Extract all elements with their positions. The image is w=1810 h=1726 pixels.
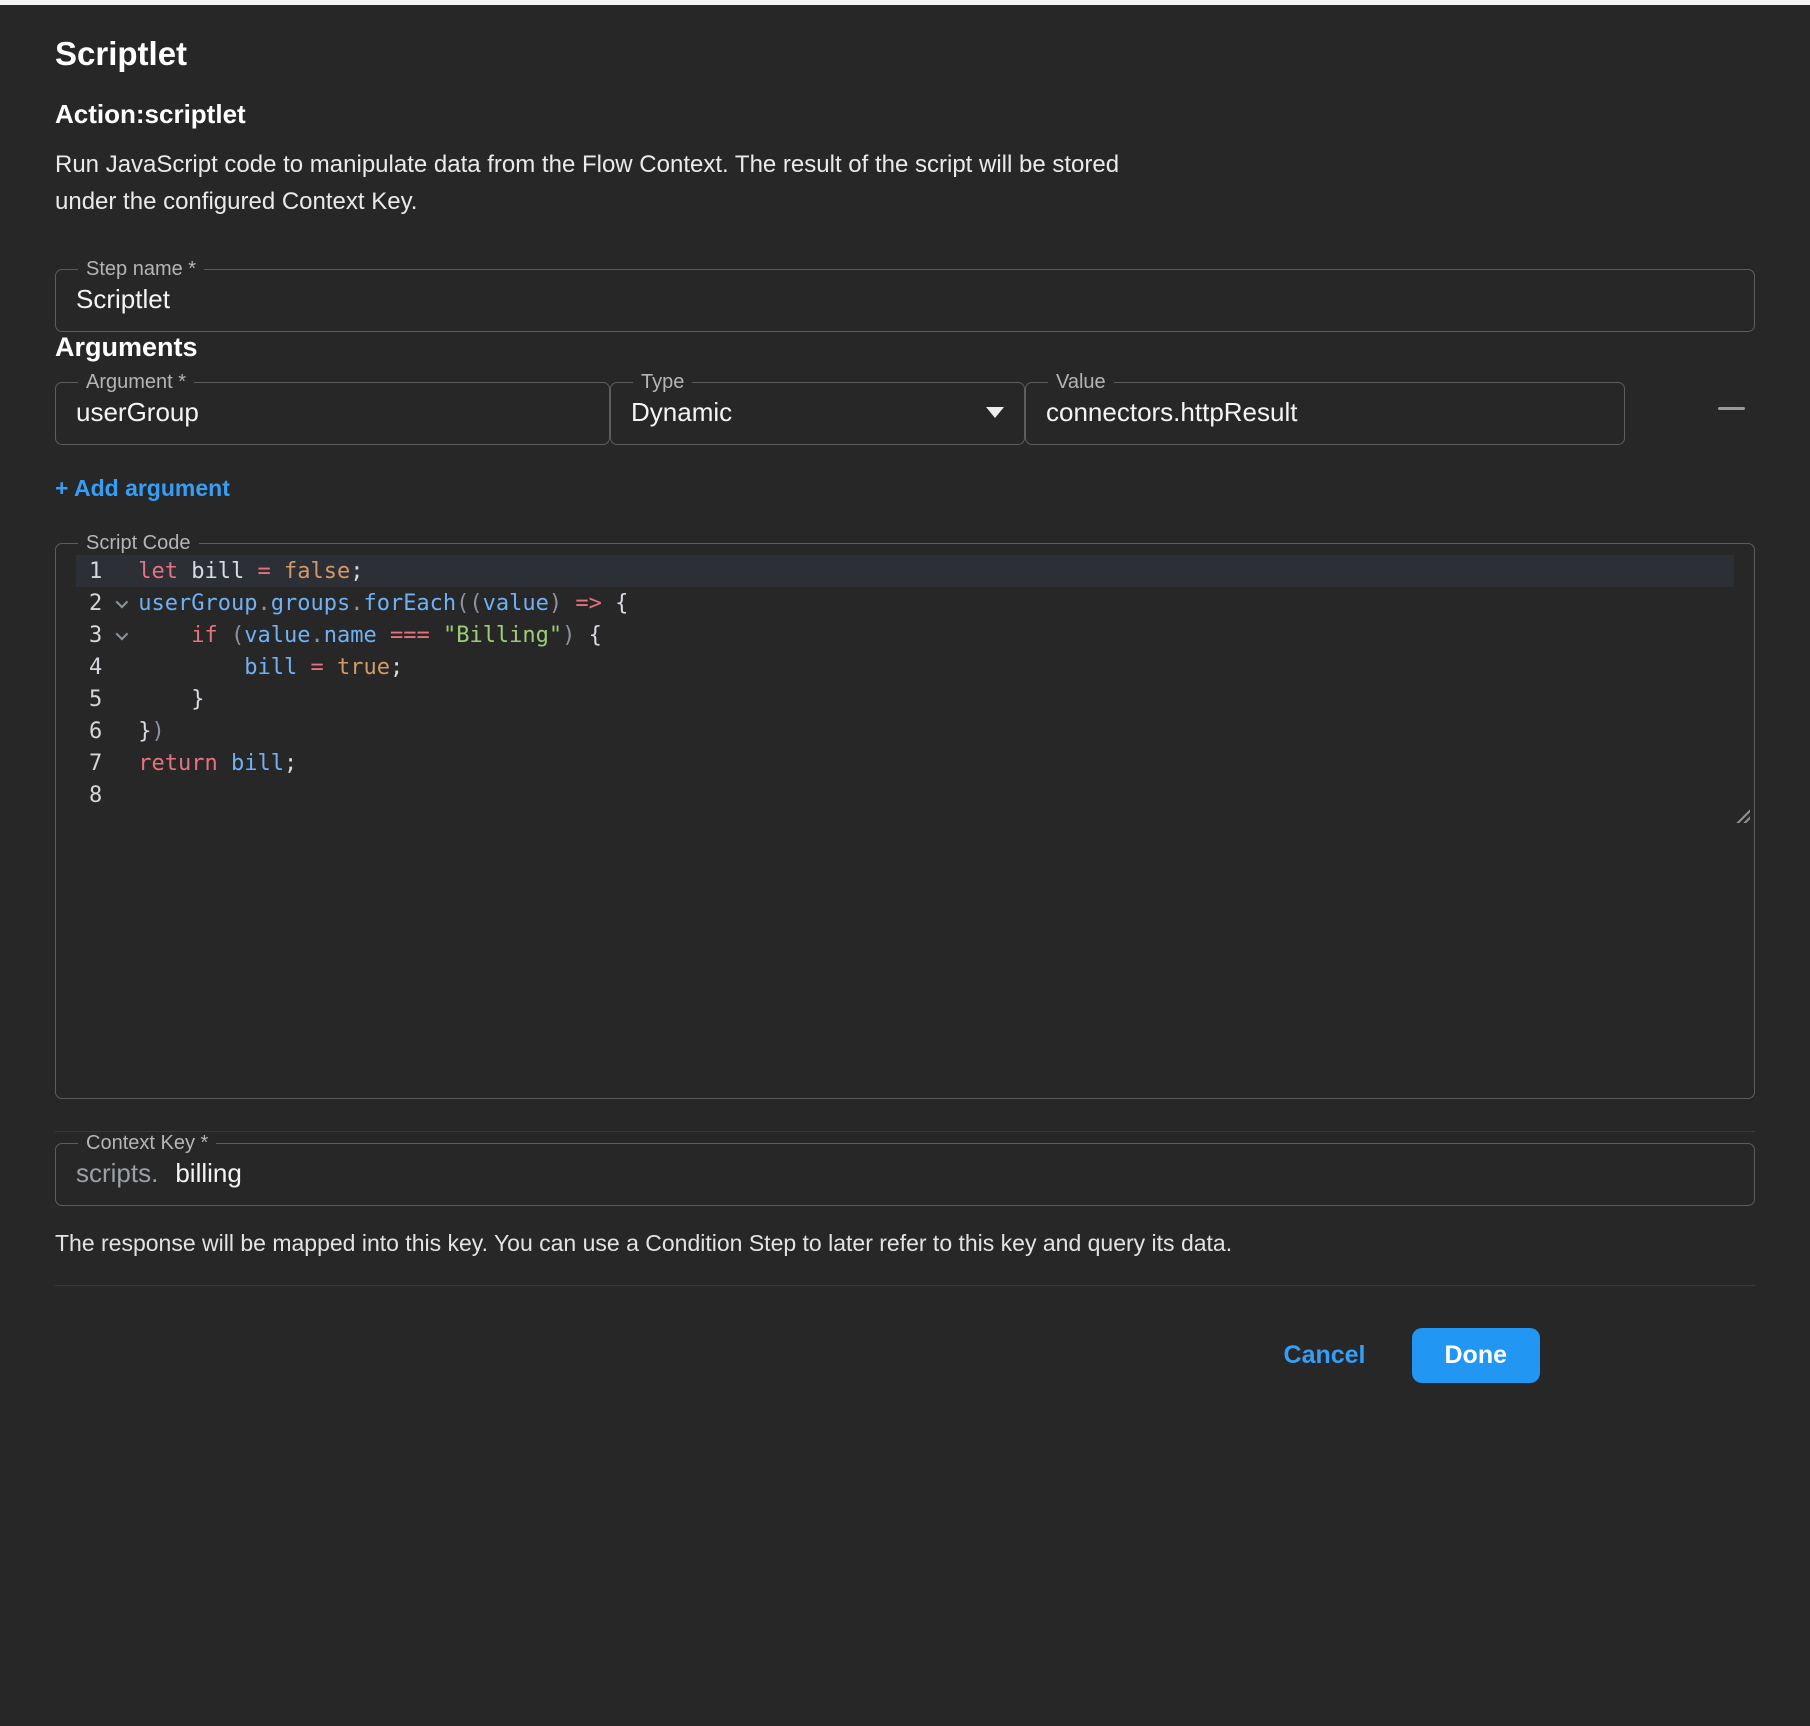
add-argument-button[interactable]: + Add argument xyxy=(55,475,230,502)
line-number: 1 xyxy=(76,559,102,584)
script-code-label: Script Code xyxy=(78,532,199,555)
context-key-input[interactable]: Context Key * scripts. billing xyxy=(55,1132,1755,1206)
done-button[interactable]: Done xyxy=(1412,1328,1541,1383)
argument-name-input[interactable]: Argument * userGroup xyxy=(55,371,610,445)
page-title: Scriptlet xyxy=(55,35,1755,73)
footer: Cancel Done xyxy=(55,1328,1755,1383)
minus-icon xyxy=(1718,407,1745,410)
line-number: 2 xyxy=(76,591,102,616)
code-text: if (value.name === "Billing") { xyxy=(138,623,602,648)
type-selected-value: Dynamic xyxy=(631,397,732,428)
line-number: 8 xyxy=(76,783,102,808)
code-text: userGroup.groups.forEach((value) => { xyxy=(138,591,628,616)
step-name-input[interactable]: Step name * Scriptlet xyxy=(55,258,1755,332)
step-name-label: Step name * xyxy=(78,258,204,281)
line-number: 3 xyxy=(76,623,102,648)
cancel-button[interactable]: Cancel xyxy=(1278,1340,1372,1371)
code-text: return bill; xyxy=(138,751,297,776)
code-lines: 1 let bill = false; 2 userGroup.groups.forE… xyxy=(76,555,1734,811)
value-value: connectors.httpResult xyxy=(1046,394,1604,428)
code-text: bill = true; xyxy=(138,655,403,680)
action-subtitle: Action:scriptlet xyxy=(55,99,1755,130)
arguments-heading: Arguments xyxy=(55,332,1755,363)
code-line[interactable]: 5 } xyxy=(76,683,1734,715)
remove-argument-button[interactable] xyxy=(1707,384,1755,432)
dropdown-arrow-icon xyxy=(986,407,1004,418)
argument-label: Argument * xyxy=(78,371,194,394)
context-key-label: Context Key * xyxy=(78,1132,216,1155)
code-line[interactable]: 2 userGroup.groups.forEach((value) => { xyxy=(76,587,1734,619)
code-line[interactable]: 8 xyxy=(76,779,1734,811)
code-line[interactable]: 6}) xyxy=(76,715,1734,747)
argument-value: userGroup xyxy=(76,394,589,428)
context-key-value: billing xyxy=(175,1158,242,1189)
resize-handle[interactable] xyxy=(1734,807,1750,823)
fold-chevron-icon[interactable] xyxy=(102,631,138,640)
argument-row: Argument * userGroup Type Dynamic Value … xyxy=(55,371,1755,445)
scriptlet-dialog: Scriptlet Action:scriptlet Run JavaScrip… xyxy=(0,5,1810,1383)
fold-chevron-icon[interactable] xyxy=(102,599,138,608)
code-line[interactable]: 7 return bill; xyxy=(76,747,1734,779)
step-name-value: Scriptlet xyxy=(76,281,1734,315)
code-text: let bill = false; xyxy=(138,559,363,584)
context-key-prefix: scripts. xyxy=(76,1158,158,1189)
code-line[interactable]: 1 let bill = false; xyxy=(76,555,1734,587)
code-text: }) xyxy=(138,719,165,744)
code-text: } xyxy=(138,687,204,712)
footer-divider xyxy=(55,1285,1755,1286)
line-number: 4 xyxy=(76,655,102,680)
value-label: Value xyxy=(1048,371,1114,394)
code-line[interactable]: 4 bill = true; xyxy=(76,651,1734,683)
action-description: Run JavaScript code to manipulate data f… xyxy=(55,146,1180,220)
line-number: 5 xyxy=(76,687,102,712)
argument-type-select[interactable]: Type Dynamic xyxy=(610,371,1025,445)
context-key-help: The response will be mapped into this ke… xyxy=(55,1230,1755,1257)
line-number: 6 xyxy=(76,719,102,744)
code-line[interactable]: 3 if (value.name === "Billing") { xyxy=(76,619,1734,651)
argument-value-input[interactable]: Value connectors.httpResult xyxy=(1025,371,1625,445)
script-code-editor[interactable]: Script Code 1 let bill = false; 2 userGroup… xyxy=(55,532,1755,1099)
line-number: 7 xyxy=(76,751,102,776)
type-label: Type xyxy=(633,371,692,394)
